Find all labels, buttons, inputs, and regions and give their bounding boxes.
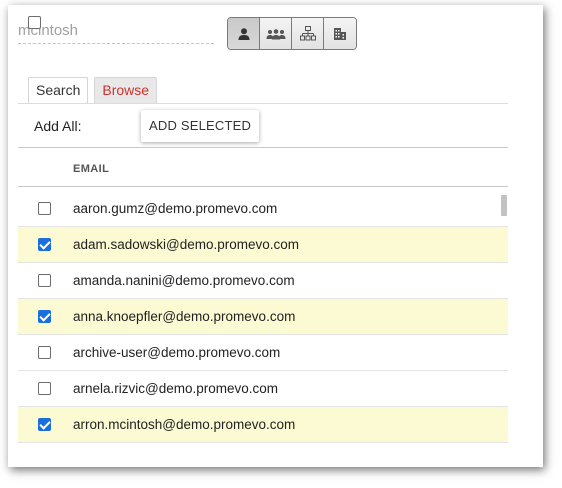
row-checkbox[interactable]: [38, 274, 51, 287]
row-checkbox[interactable]: [38, 418, 51, 431]
row-checkbox[interactable]: [38, 310, 51, 323]
group-icon: [266, 28, 285, 39]
row-email: amanda.nanini@demo.promevo.com: [73, 273, 295, 288]
row-email: aaron.gumz@demo.promevo.com: [73, 201, 278, 216]
building-icon: [334, 27, 346, 40]
row-email: archive-user@demo.promevo.com: [73, 345, 281, 360]
row-email: adam.sadowski@demo.promevo.com: [73, 237, 300, 252]
org-chart-icon: [299, 26, 316, 41]
search-input[interactable]: [18, 17, 214, 44]
tab-browse[interactable]: Browse: [94, 77, 158, 103]
add-selected-button[interactable]: ADD SELECTED: [141, 110, 260, 142]
table-top-divider: [18, 147, 508, 148]
table-header-divider: [18, 186, 508, 187]
row-email: anna.knoepfler@demo.promevo.com: [73, 309, 296, 324]
tabs-divider: [18, 103, 508, 104]
table-row[interactable]: arron.mcintosh@demo.promevo.com: [18, 407, 508, 443]
row-email: arron.mcintosh@demo.promevo.com: [73, 417, 296, 432]
mode-tabs: Search Browse: [28, 77, 158, 103]
table-row[interactable]: amanda.nanini@demo.promevo.com: [18, 263, 508, 299]
user-list: aaron.gumz@demo.promevo.com adam.sadowski…: [18, 191, 508, 443]
table-row[interactable]: aaron.gumz@demo.promevo.com: [18, 191, 508, 227]
group-type-button[interactable]: [260, 18, 292, 49]
scrollbar-thumb[interactable]: [501, 195, 507, 216]
add-all-label: Add All:: [34, 118, 82, 134]
tab-search[interactable]: Search: [28, 77, 89, 103]
row-checkbox[interactable]: [38, 238, 51, 251]
user-type-button[interactable]: [228, 18, 260, 49]
table-row[interactable]: arnela.rizvic@demo.promevo.com: [18, 371, 508, 407]
email-column-header[interactable]: EMAIL: [73, 163, 109, 175]
user-picker-panel: Search Browse Add All: ADD SELECTED EMAI…: [8, 5, 543, 467]
org-unit-type-button[interactable]: [292, 18, 324, 49]
table-row[interactable]: archive-user@demo.promevo.com: [18, 335, 508, 371]
entity-type-toggle: [227, 17, 357, 50]
row-checkbox[interactable]: [38, 202, 51, 215]
row-checkbox[interactable]: [38, 346, 51, 359]
row-checkbox[interactable]: [38, 382, 51, 395]
row-email: arnela.rizvic@demo.promevo.com: [73, 381, 279, 396]
add-all-checkbox[interactable]: [28, 16, 41, 29]
user-icon: [238, 27, 249, 40]
table-row[interactable]: anna.knoepfler@demo.promevo.com: [18, 299, 508, 335]
table-row[interactable]: adam.sadowski@demo.promevo.com: [18, 227, 508, 263]
domain-type-button[interactable]: [324, 18, 356, 49]
